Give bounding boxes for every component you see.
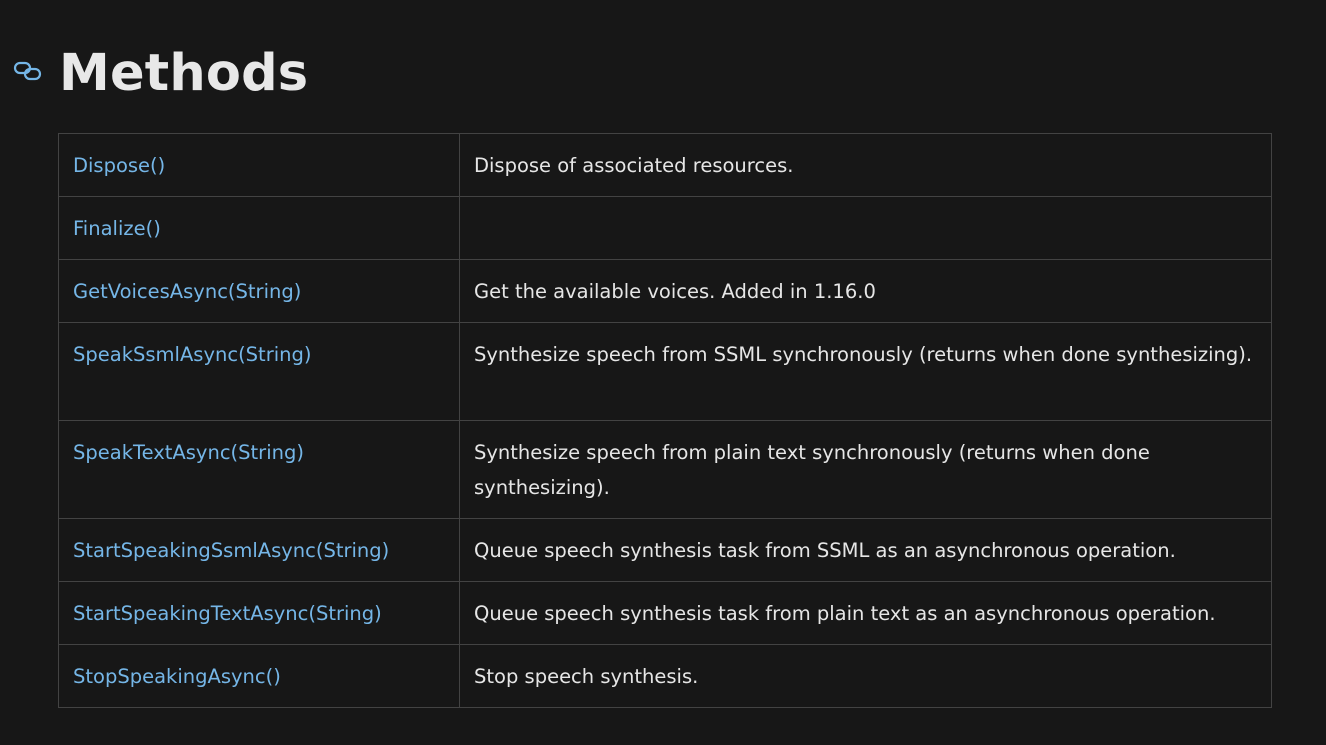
method-name-cell: StartSpeakingTextAsync(String) xyxy=(58,581,460,645)
method-link-speak-ssml-async[interactable]: SpeakSsmlAsync(String) xyxy=(73,343,311,366)
page-title: Methods xyxy=(59,44,309,103)
method-description: Dispose of associated resources. xyxy=(474,154,794,177)
method-description-cell: Stop speech synthesis. xyxy=(459,644,1272,708)
method-description: Queue speech synthesis task from SSML as… xyxy=(474,539,1176,562)
method-name-cell: Dispose() xyxy=(58,133,460,197)
link-icon[interactable] xyxy=(13,58,43,84)
table-row: StartSpeakingSsmlAsync(String) Queue spe… xyxy=(58,518,1272,582)
method-link-finalize[interactable]: Finalize() xyxy=(73,217,161,240)
method-name-cell: StartSpeakingSsmlAsync(String) xyxy=(58,518,460,582)
method-link-start-speaking-ssml-async[interactable]: StartSpeakingSsmlAsync(String) xyxy=(73,539,389,562)
method-description-cell: Queue speech synthesis task from plain t… xyxy=(459,581,1272,645)
method-link-speak-text-async[interactable]: SpeakTextAsync(String) xyxy=(73,441,304,464)
method-description: Queue speech synthesis task from plain t… xyxy=(474,602,1216,625)
table-row: StartSpeakingTextAsync(String) Queue spe… xyxy=(58,581,1272,645)
table-row: Dispose() Dispose of associated resource… xyxy=(58,133,1272,197)
method-description-cell: Queue speech synthesis task from SSML as… xyxy=(459,518,1272,582)
method-name-cell: Finalize() xyxy=(58,196,460,260)
method-link-dispose[interactable]: Dispose() xyxy=(73,154,165,177)
method-name-cell: GetVoicesAsync(String) xyxy=(58,259,460,323)
method-link-start-speaking-text-async[interactable]: StartSpeakingTextAsync(String) xyxy=(73,602,382,625)
method-description-cell: Synthesize speech from plain text synchr… xyxy=(459,420,1272,519)
method-description: Stop speech synthesis. xyxy=(474,665,699,688)
method-link-stop-speaking-async[interactable]: StopSpeakingAsync() xyxy=(73,665,281,688)
table-row: GetVoicesAsync(String) Get the available… xyxy=(58,259,1272,323)
table-row: SpeakSsmlAsync(String) Synthesize speech… xyxy=(58,322,1272,421)
table-row: Finalize() xyxy=(58,196,1272,260)
table-row: StopSpeakingAsync() Stop speech synthesi… xyxy=(58,644,1272,708)
method-name-cell: SpeakTextAsync(String) xyxy=(58,420,460,519)
methods-table: Dispose() Dispose of associated resource… xyxy=(58,133,1272,708)
method-name-cell: SpeakSsmlAsync(String) xyxy=(58,322,460,421)
method-description-cell: Dispose of associated resources. xyxy=(459,133,1272,197)
table-row: SpeakTextAsync(String) Synthesize speech… xyxy=(58,420,1272,519)
method-name-cell: StopSpeakingAsync() xyxy=(58,644,460,708)
method-description-cell xyxy=(459,196,1272,260)
method-description: Synthesize speech from SSML synchronousl… xyxy=(474,343,1253,366)
method-description: Get the available voices. Added in 1.16.… xyxy=(474,280,876,303)
method-link-get-voices-async[interactable]: GetVoicesAsync(String) xyxy=(73,280,301,303)
methods-heading: Methods xyxy=(0,36,1326,112)
method-description: Synthesize speech from plain text synchr… xyxy=(474,441,1150,499)
method-description-cell: Get the available voices. Added in 1.16.… xyxy=(459,259,1272,323)
method-description-cell: Synthesize speech from SSML synchronousl… xyxy=(459,322,1272,421)
